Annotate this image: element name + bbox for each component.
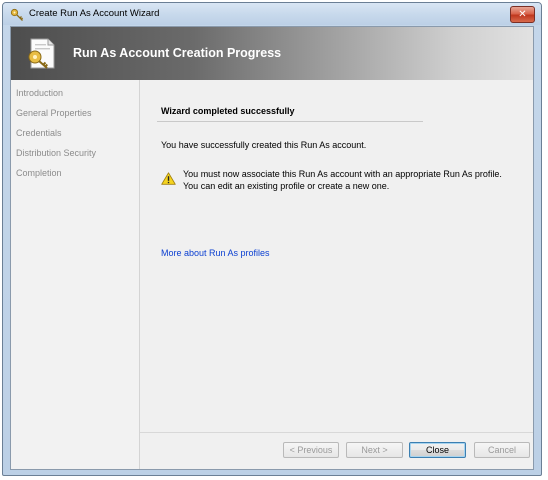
section-heading: Wizard completed successfully: [161, 106, 295, 116]
more-about-run-as-profiles-link[interactable]: More about Run As profiles: [161, 248, 270, 258]
window-close-button[interactable]: ✕: [510, 6, 535, 23]
window-title: Create Run As Account Wizard: [29, 8, 160, 19]
warning-text-line2: You can edit an existing profile or crea…: [183, 181, 390, 191]
nav-item-credentials[interactable]: Credentials: [16, 128, 62, 138]
wizard-content: Wizard completed successfully You have s…: [140, 80, 533, 433]
next-button[interactable]: Next >: [346, 442, 403, 458]
key-document-icon: [28, 38, 55, 69]
close-button[interactable]: Close: [409, 442, 466, 458]
wizard-client-area: Run As Account Creation Progress Introdu…: [10, 26, 534, 470]
warning-icon: [161, 172, 176, 185]
key-icon: [10, 8, 24, 21]
wizard-button-bar: < Previous Next > Close Cancel: [140, 432, 533, 469]
wizard-banner: Run As Account Creation Progress: [11, 27, 533, 80]
page-title: Run As Account Creation Progress: [73, 46, 282, 60]
wizard-window: Create Run As Account Wizard ✕ Run As Ac…: [2, 2, 542, 476]
warning-text-line1: You must now associate this Run As accou…: [183, 169, 502, 179]
wizard-steps-nav: Introduction General Properties Credenti…: [11, 80, 140, 469]
nav-item-completion[interactable]: Completion: [16, 168, 62, 178]
nav-item-distribution-security[interactable]: Distribution Security: [16, 148, 96, 158]
nav-item-general-properties[interactable]: General Properties: [16, 108, 92, 118]
previous-button[interactable]: < Previous: [283, 442, 339, 458]
title-bar[interactable]: Create Run As Account Wizard ✕: [3, 3, 541, 25]
nav-item-introduction[interactable]: Introduction: [16, 88, 63, 98]
cancel-button[interactable]: Cancel: [474, 442, 530, 458]
success-message: You have successfully created this Run A…: [161, 140, 367, 150]
heading-divider: [157, 121, 423, 122]
